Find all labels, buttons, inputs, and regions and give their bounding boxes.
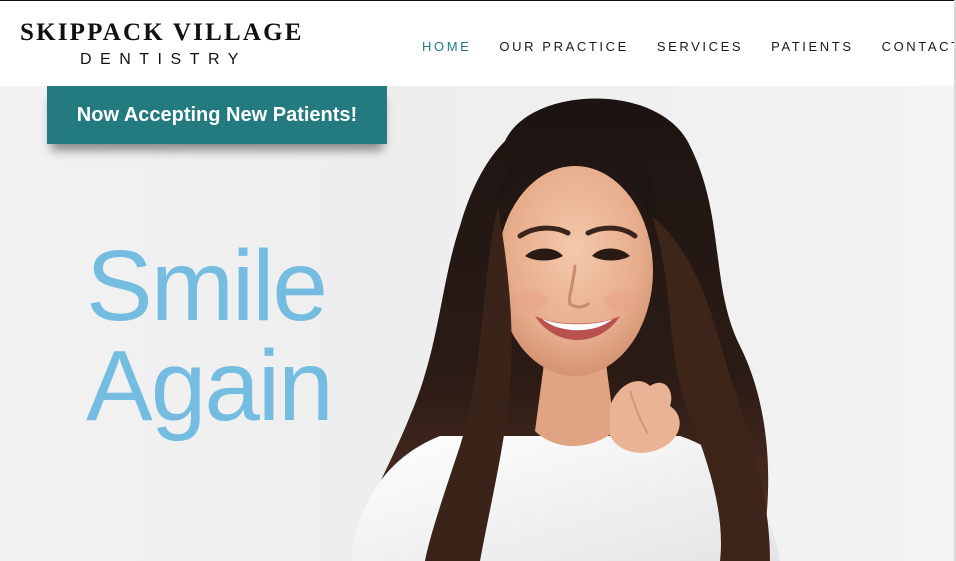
new-patients-button[interactable]: Now Accepting New Patients!	[47, 86, 387, 144]
nav-item-contact[interactable]: CONTACT U	[882, 39, 956, 54]
page: SKIPPACK VILLAGE DENTISTRY HOME OUR PRAC…	[0, 0, 956, 561]
site-logo[interactable]: SKIPPACK VILLAGE DENTISTRY	[20, 19, 320, 69]
logo-name-bottom: DENTISTRY	[80, 51, 247, 68]
hero-section: Now Accepting New Patients! Smile Again	[0, 86, 954, 561]
nav-item-patients[interactable]: PATIENTS	[771, 39, 853, 54]
hero-portrait-image	[350, 98, 780, 561]
nav-item-our-practice[interactable]: OUR PRACTICE	[499, 39, 628, 54]
hero-headline: Smile Again	[86, 230, 334, 442]
nav-item-services[interactable]: SERVICES	[657, 39, 743, 54]
logo-name-top: SKIPPACK VILLAGE	[20, 19, 304, 46]
main-nav: HOME OUR PRACTICE SERVICES PATIENTS CONT…	[422, 39, 956, 54]
site-header: SKIPPACK VILLAGE DENTISTRY HOME OUR PRAC…	[0, 0, 956, 86]
headline-line-1: Smile	[86, 230, 328, 342]
nav-item-home[interactable]: HOME	[422, 39, 471, 54]
headline-line-2: Again	[86, 330, 334, 442]
